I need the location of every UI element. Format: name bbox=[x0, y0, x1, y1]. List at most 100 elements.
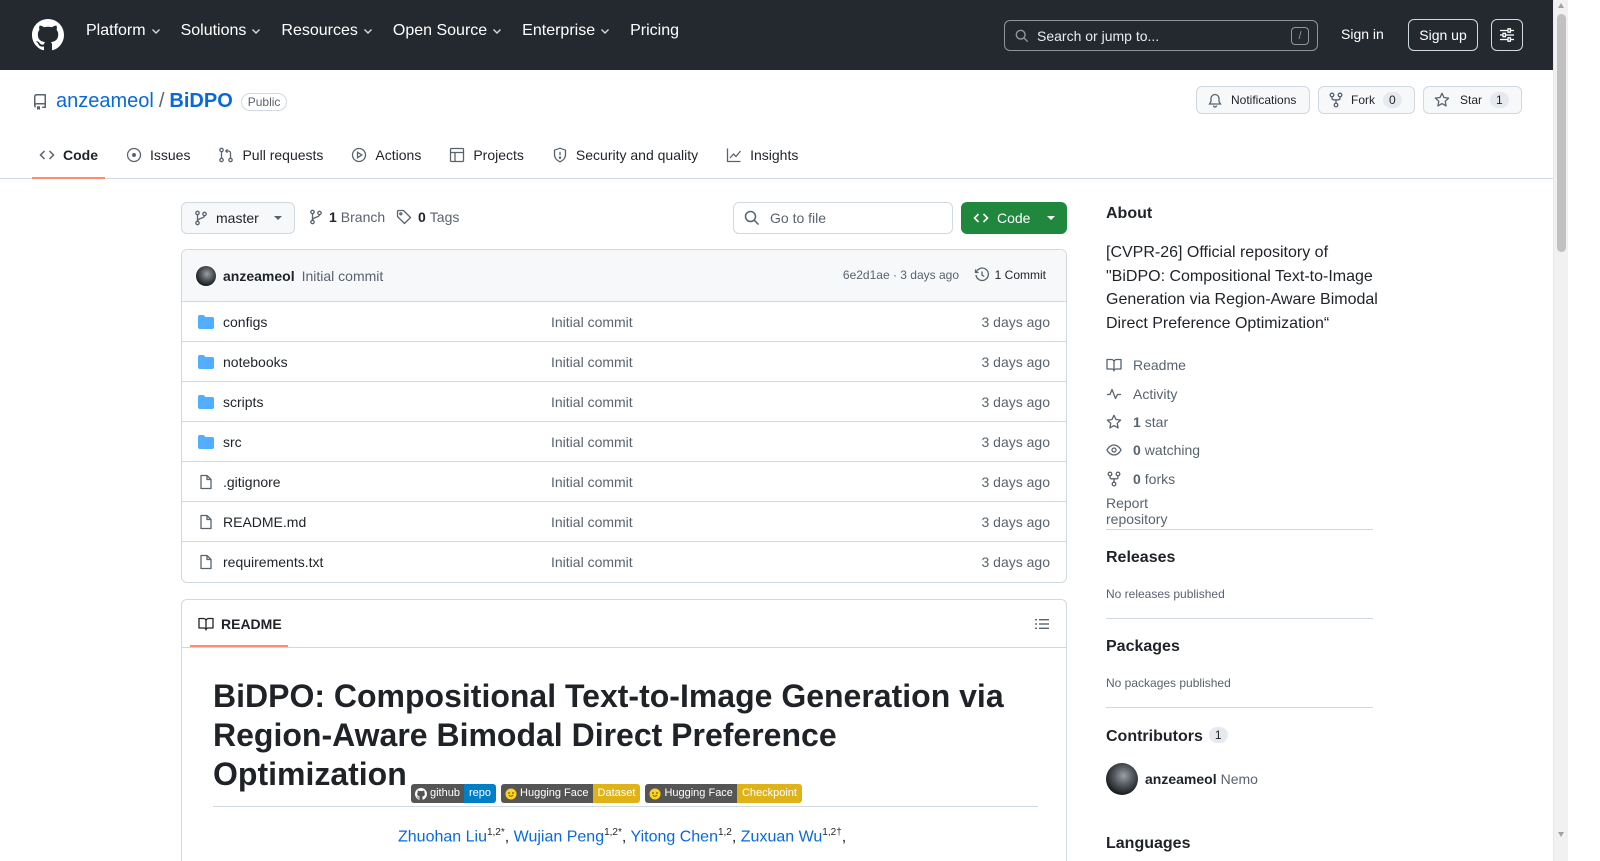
file-icon bbox=[198, 554, 214, 570]
tags-link[interactable]: 0 Tags bbox=[396, 209, 459, 225]
menu-button[interactable] bbox=[1491, 19, 1523, 51]
folder-icon bbox=[198, 434, 214, 450]
badge-repo[interactable]: github repo bbox=[411, 784, 497, 803]
eye-icon bbox=[1106, 442, 1133, 458]
branches-link[interactable]: 1 Branch bbox=[309, 209, 385, 225]
file-name-link[interactable]: .gitignore bbox=[223, 474, 281, 490]
file-commit-message[interactable]: Initial commit bbox=[551, 474, 633, 490]
file-commit-message[interactable]: Initial commit bbox=[551, 514, 633, 530]
global-nav-label: Platform bbox=[86, 22, 146, 39]
contributor-item[interactable]: anzeameol Nemo bbox=[1106, 763, 1258, 795]
notifications-button[interactable]: Notifications bbox=[1196, 86, 1310, 114]
file-commit-time: 3 days ago bbox=[981, 354, 1051, 370]
chevron-down-icon bbox=[146, 26, 161, 36]
search-box[interactable]: Search or jump to... / bbox=[1004, 20, 1318, 51]
fork-button[interactable]: Fork 0 bbox=[1318, 86, 1415, 114]
file-name-link[interactable]: src bbox=[223, 434, 242, 450]
commit-message-link[interactable]: Initial commit bbox=[302, 268, 384, 284]
tab-issues[interactable]: Issues bbox=[119, 142, 197, 179]
file-name-link[interactable]: README.md bbox=[223, 514, 306, 530]
scrollbar-thumb[interactable] bbox=[1557, 14, 1566, 252]
github-logo-icon[interactable] bbox=[32, 19, 64, 51]
tab-actions[interactable]: Actions bbox=[344, 142, 428, 179]
go-to-file-placeholder: Go to file bbox=[770, 210, 827, 226]
badge-right-text: Checkpoint bbox=[736, 784, 802, 803]
caret-down-icon bbox=[1047, 216, 1055, 220]
tag-label: Tags bbox=[429, 209, 460, 225]
badge-dataset[interactable]: Hugging Face Dataset bbox=[501, 784, 641, 803]
author-link[interactable]: Zhuohan Liu bbox=[398, 828, 487, 845]
activity-link[interactable]: Activity bbox=[1106, 379, 1200, 407]
file-commit-message[interactable]: Initial commit bbox=[551, 554, 633, 570]
file-commit-message[interactable]: Initial commit bbox=[551, 354, 633, 370]
repo-owner-link[interactable]: anzeameol bbox=[56, 90, 154, 113]
sign-up-button[interactable]: Sign up bbox=[1408, 19, 1478, 51]
stars-link[interactable]: 1 star bbox=[1106, 408, 1200, 436]
global-nav-item[interactable]: Enterprise bbox=[522, 22, 610, 40]
avatar[interactable] bbox=[196, 265, 216, 286]
stars-label: star bbox=[1144, 413, 1169, 430]
branch-count: 1 bbox=[329, 209, 337, 225]
file-commit-time: 3 days ago bbox=[981, 474, 1051, 490]
file-name-link[interactable]: configs bbox=[223, 314, 267, 330]
report-repository-link[interactable]: Report repository bbox=[1106, 495, 1167, 527]
file-icon bbox=[198, 514, 214, 530]
repo-header: anzeameol / BiDPO Public Notifications F… bbox=[0, 70, 1553, 179]
author-affiliation: 1,2* bbox=[604, 827, 622, 838]
packages-heading[interactable]: Packages bbox=[1106, 638, 1180, 656]
global-nav-item[interactable]: Resources bbox=[281, 22, 372, 40]
global-nav-item[interactable]: Open Source bbox=[393, 22, 502, 40]
file-rows: configs Initial commit 3 days ago notebooks… bbox=[182, 302, 1066, 582]
commit-sha-time[interactable]: 6e2d1ae · 3 days ago bbox=[843, 268, 959, 282]
author-link[interactable]: Yitong Chen bbox=[631, 828, 718, 845]
tab-pull-requests[interactable]: Pull requests bbox=[211, 142, 330, 179]
file-commit-message[interactable]: Initial commit bbox=[551, 314, 633, 330]
author-link[interactable]: Wujian Peng bbox=[514, 828, 604, 845]
watchers-link[interactable]: 0 watching bbox=[1106, 436, 1200, 464]
commit-count-label: 1 Commit bbox=[994, 268, 1046, 282]
tab-security-and-quality[interactable]: Security and quality bbox=[545, 142, 705, 179]
search-icon bbox=[744, 210, 760, 226]
packages-empty-text: No packages published bbox=[1106, 676, 1231, 690]
contributors-title: Contributors bbox=[1106, 728, 1203, 745]
table-row: requirements.txt Initial commit 3 days ago bbox=[182, 542, 1066, 582]
global-nav-label: Enterprise bbox=[522, 22, 596, 39]
file-commit-message[interactable]: Initial commit bbox=[551, 434, 633, 450]
star-button[interactable]: Star 1 bbox=[1423, 86, 1522, 114]
author-affiliation: 1,2* bbox=[486, 827, 505, 838]
releases-heading[interactable]: Releases bbox=[1106, 549, 1175, 567]
readme-tab[interactable]: README bbox=[190, 600, 288, 647]
contributors-heading[interactable]: Contributors 1 bbox=[1106, 727, 1228, 746]
tab-code[interactable]: Code bbox=[32, 142, 105, 179]
branch-icon bbox=[194, 210, 208, 226]
branch-selector[interactable]: master bbox=[181, 202, 295, 234]
author-link[interactable]: Zuxuan Wu bbox=[741, 828, 823, 845]
page-scrollbar[interactable] bbox=[1553, 0, 1568, 861]
sign-in-link[interactable]: Sign in bbox=[1341, 26, 1384, 42]
tab-projects[interactable]: Projects bbox=[442, 142, 531, 179]
readme-link[interactable]: Readme bbox=[1106, 351, 1200, 379]
badge-checkpoint[interactable]: Hugging Face Checkpoint bbox=[645, 784, 802, 803]
table-icon bbox=[449, 147, 473, 163]
code-dropdown-button[interactable]: Code bbox=[961, 202, 1067, 234]
commit-author-link[interactable]: anzeameol bbox=[223, 268, 295, 284]
file-name-link[interactable]: scripts bbox=[223, 394, 263, 410]
badge-left: Hugging Face bbox=[645, 784, 737, 803]
file-commit-message[interactable]: Initial commit bbox=[551, 394, 633, 410]
repo-name-link[interactable]: BiDPO bbox=[169, 90, 232, 113]
global-nav-item[interactable]: Pricing bbox=[630, 22, 679, 40]
forks-link[interactable]: 0 forks bbox=[1106, 465, 1200, 493]
tab-insights[interactable]: Insights bbox=[719, 142, 805, 179]
go-to-file-input[interactable]: Go to file bbox=[733, 202, 953, 234]
table-row: scripts Initial commit 3 days ago bbox=[182, 382, 1066, 422]
global-nav-item[interactable]: Solutions bbox=[181, 22, 262, 40]
file-name-link[interactable]: requirements.txt bbox=[223, 554, 323, 570]
forks-count: 0 bbox=[1133, 470, 1141, 487]
global-nav-item[interactable]: Platform bbox=[86, 22, 161, 40]
readme-tab-label: README bbox=[221, 615, 282, 632]
commits-history-link[interactable]: 1 Commit bbox=[974, 267, 1046, 283]
outline-toggle[interactable] bbox=[1034, 616, 1050, 632]
file-name-link[interactable]: notebooks bbox=[223, 354, 288, 370]
search-shortcut-key: / bbox=[1291, 27, 1309, 45]
star-icon bbox=[1106, 414, 1133, 430]
